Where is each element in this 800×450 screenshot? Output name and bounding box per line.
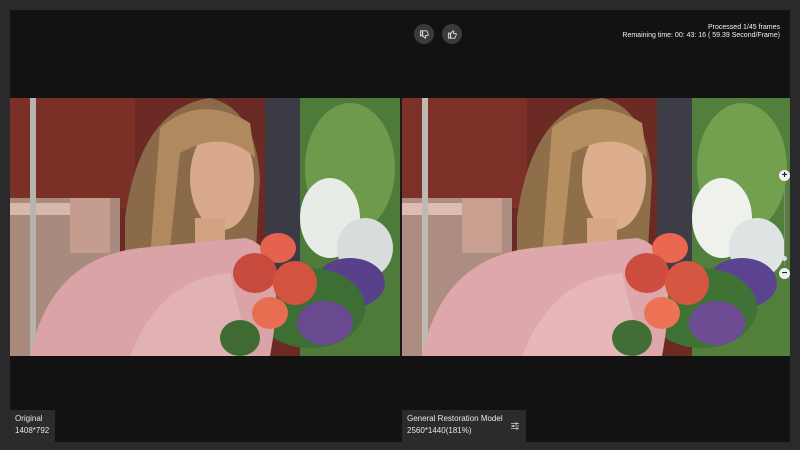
original-resolution: 1408*792 (15, 426, 50, 435)
zoom-slider-handle[interactable] (782, 256, 787, 261)
result-resolution: 2560*1440(181%) (407, 426, 472, 435)
result-preview[interactable]: + − (402, 98, 790, 356)
original-image (10, 98, 400, 356)
processed-count: Processed 1/45 frames (708, 24, 780, 31)
original-info: Original 1408*792 (10, 410, 55, 442)
like-button[interactable] (442, 24, 462, 44)
result-info: General Restoration Model 2560*1440(181%… (402, 410, 526, 442)
top-bar: Processed 1/45 frames Remaining time: 00… (10, 10, 790, 70)
sliders-icon[interactable] (510, 421, 520, 431)
app-frame: Processed 1/45 frames Remaining time: 00… (10, 10, 790, 442)
enhanced-image (402, 98, 790, 356)
model-name: General Restoration Model (407, 414, 503, 423)
original-preview[interactable] (10, 98, 400, 356)
thumbs-down-icon (419, 29, 429, 39)
processing-status: Processed 1/45 frames Remaining time: 00… (622, 24, 780, 40)
original-label: Original (15, 414, 43, 423)
zoom-in-button[interactable]: + (779, 170, 790, 181)
zoom-out-button[interactable]: − (779, 268, 790, 279)
dislike-button[interactable] (414, 24, 434, 44)
comparison-viewer[interactable]: + − (10, 98, 790, 356)
zoom-slider-track[interactable] (784, 182, 785, 266)
thumbs-up-icon (447, 29, 457, 39)
remaining-time: Remaining time: 00: 43: 16 ( 59.39 Secon… (622, 32, 780, 39)
